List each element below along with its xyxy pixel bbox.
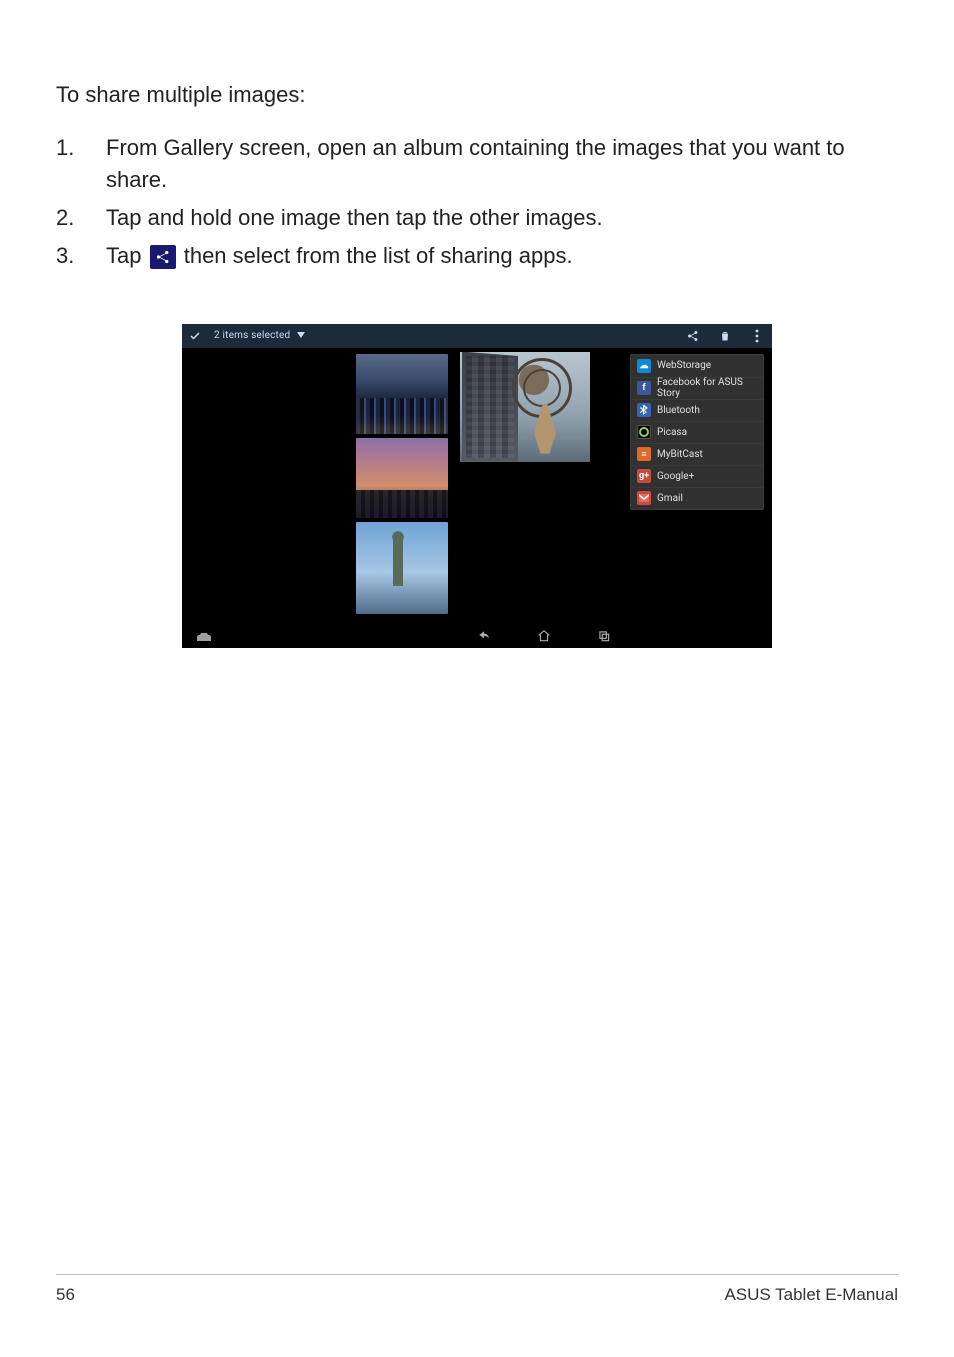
gallery-thumbnail[interactable]: [356, 438, 448, 518]
page-footer: 56 ASUS Tablet E-Manual: [56, 1274, 898, 1305]
facebook-icon: f: [637, 381, 651, 395]
share-menu-label: Facebook for ASUS Story: [657, 377, 757, 399]
share-menu-label: WebStorage: [657, 360, 711, 371]
overflow-menu-icon[interactable]: [748, 327, 766, 345]
screenshot-figure: 2 items selected: [182, 324, 772, 648]
share-menu-item-googleplus[interactable]: g+ Google+: [631, 465, 763, 487]
share-menu-label: Bluetooth: [657, 405, 700, 416]
share-icon: [150, 245, 176, 269]
share-menu-label: MyBitCast: [657, 449, 703, 460]
share-menu-item-webstorage[interactable]: ☁ WebStorage: [631, 355, 763, 377]
share-menu-item-picasa[interactable]: Picasa: [631, 421, 763, 443]
steps-list: From Gallery screen, open an album conta…: [56, 132, 898, 272]
share-menu-label: Gmail: [657, 493, 683, 504]
share-menu-label: Google+: [657, 471, 694, 482]
selection-bar: 2 items selected: [182, 324, 772, 348]
step-1: From Gallery screen, open an album conta…: [56, 132, 898, 196]
step-3-post: then select from the list of sharing app…: [184, 243, 573, 268]
gallery-thumbnail[interactable]: [356, 522, 448, 614]
webstorage-icon: ☁: [637, 359, 651, 373]
share-menu-item-gmail[interactable]: Gmail: [631, 487, 763, 509]
recent-apps-icon[interactable]: [596, 628, 612, 644]
dropdown-icon: [297, 330, 305, 341]
share-menu: ☁ WebStorage f Facebook for ASUS Story Blu…: [630, 354, 764, 510]
selection-count-dropdown[interactable]: 2 items selected: [214, 330, 305, 341]
back-icon[interactable]: [476, 628, 492, 644]
gallery-thumbnail[interactable]: [460, 352, 590, 462]
step-2: Tap and hold one image then tap the othe…: [56, 202, 898, 234]
share-menu-item-facebook[interactable]: f Facebook for ASUS Story: [631, 377, 763, 399]
selection-count-label: 2 items selected: [214, 330, 290, 341]
googleplus-icon: g+: [637, 469, 651, 483]
bluetooth-icon: [637, 403, 651, 417]
share-icon[interactable]: [684, 327, 702, 345]
share-menu-label: Picasa: [657, 427, 687, 438]
home-icon[interactable]: [536, 628, 552, 644]
apps-tray-icon[interactable]: [196, 628, 212, 644]
picasa-icon: [637, 425, 651, 439]
gallery-thumbnail[interactable]: [356, 354, 448, 434]
section-intro: To share multiple images:: [56, 82, 898, 108]
system-navbar: [182, 624, 772, 648]
mybitcast-icon: ≡: [637, 447, 651, 461]
share-menu-item-bluetooth[interactable]: Bluetooth: [631, 399, 763, 421]
step-3-pre: Tap: [106, 243, 148, 268]
doc-title: ASUS Tablet E-Manual: [724, 1285, 898, 1305]
gmail-icon: [637, 491, 651, 505]
share-menu-item-mybitcast[interactable]: ≡ MyBitCast: [631, 443, 763, 465]
page-number: 56: [56, 1285, 75, 1305]
done-icon[interactable]: [188, 329, 202, 343]
step-3: Tap then select from the list of sharing…: [56, 240, 898, 272]
trash-icon[interactable]: [716, 327, 734, 345]
